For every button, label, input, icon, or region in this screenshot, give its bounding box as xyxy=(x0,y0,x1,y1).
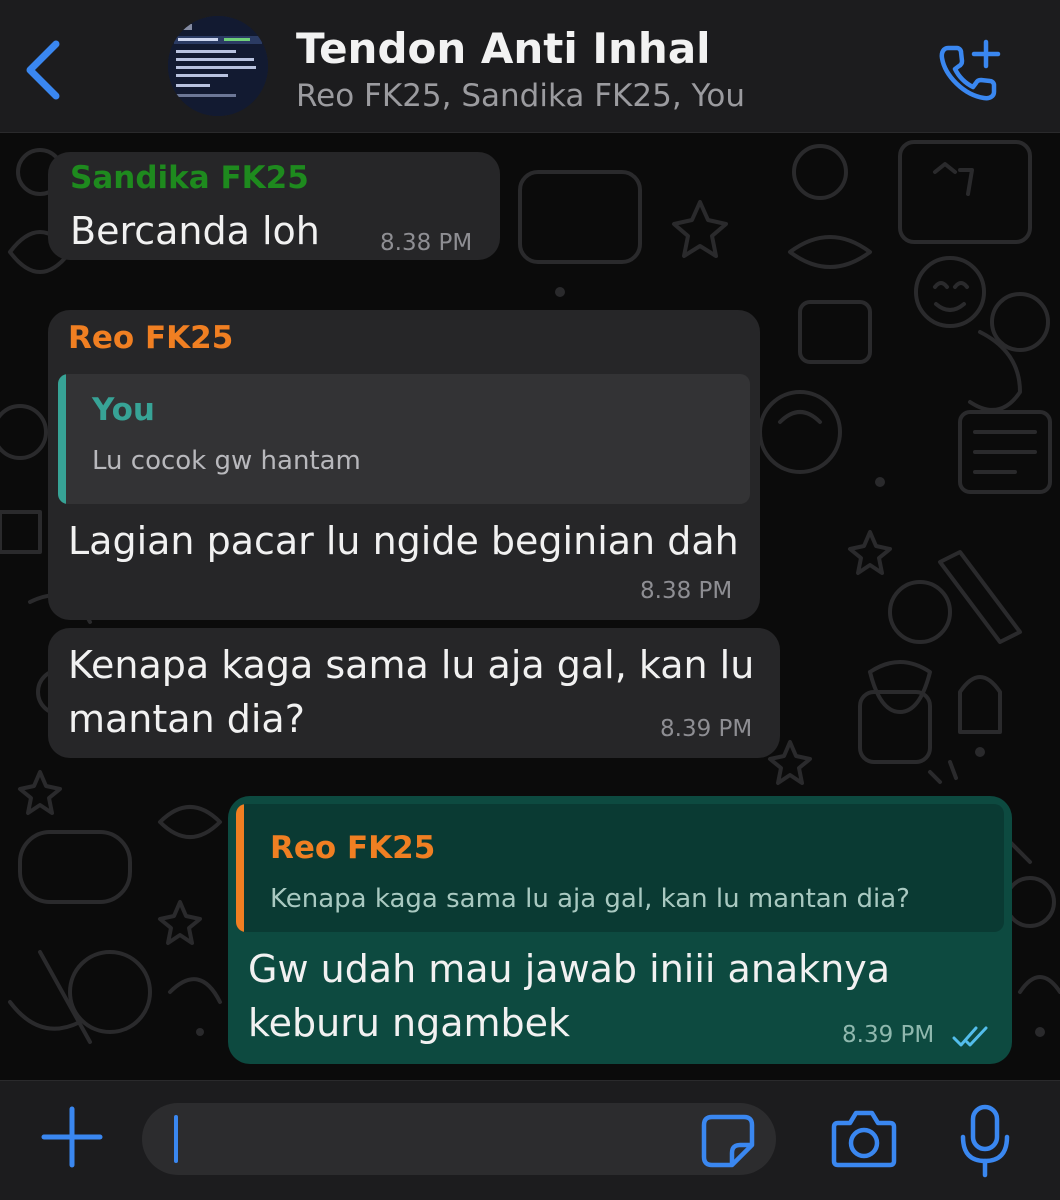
composer-bar xyxy=(0,1080,1060,1200)
quote-bar xyxy=(236,804,244,932)
message-text-line: Gw udah mau jawab iniii anaknya xyxy=(248,947,891,991)
message-bubble-outgoing[interactable]: Reo FK25 Kenapa kaga sama lu aja gal, ka… xyxy=(228,796,1012,1064)
message-input[interactable] xyxy=(142,1103,776,1175)
chat-title[interactable]: Tendon Anti Inhal xyxy=(296,24,711,73)
group-avatar[interactable] xyxy=(168,16,268,116)
quoted-sender: Reo FK25 xyxy=(270,830,436,866)
back-button[interactable] xyxy=(18,38,74,102)
message-list[interactable]: Sandika FK25 Bercanda loh 8.38 PM Reo FK… xyxy=(0,132,1060,1080)
microphone-icon xyxy=(960,1104,1010,1178)
double-check-read-icon xyxy=(952,1026,988,1047)
message-time: 8.39 PM xyxy=(660,716,753,742)
message-time: 8.38 PM xyxy=(640,578,733,604)
quoted-text: Lu cocok gw hantam xyxy=(92,446,361,476)
message-sender: Reo FK25 xyxy=(68,320,234,356)
quoted-text: Kenapa kaga sama lu aja gal, kan lu mant… xyxy=(270,884,910,914)
sticker-button[interactable] xyxy=(700,1113,756,1169)
message-text-line: mantan dia? xyxy=(68,697,305,741)
message-bubble-incoming[interactable]: Kenapa kaga sama lu aja gal, kan lu mant… xyxy=(48,628,780,758)
message-sender: Sandika FK25 xyxy=(70,160,309,196)
quoted-sender: You xyxy=(92,392,155,428)
chat-header: Tendon Anti Inhal Reo FK25, Sandika FK25… xyxy=(0,0,1060,133)
quoted-message[interactable]: You Lu cocok gw hantam xyxy=(58,374,750,504)
add-call-icon xyxy=(939,39,1001,101)
sticker-icon xyxy=(701,1114,755,1168)
quote-bar xyxy=(58,374,66,504)
group-avatar-image xyxy=(168,16,268,116)
camera-icon xyxy=(831,1110,897,1168)
add-call-button[interactable] xyxy=(934,36,1006,108)
message-bubble-incoming[interactable]: Reo FK25 You Lu cocok gw hantam Lagian p… xyxy=(48,310,760,620)
chevron-left-icon xyxy=(26,40,60,100)
message-text-line: keburu ngambek xyxy=(248,1001,571,1045)
message-text-line: Kenapa kaga sama lu aja gal, kan lu xyxy=(68,643,755,687)
chat-screen: Tendon Anti Inhal Reo FK25, Sandika FK25… xyxy=(0,0,1060,1200)
message-bubble-incoming[interactable]: Sandika FK25 Bercanda loh 8.38 PM xyxy=(48,152,500,260)
plus-icon xyxy=(41,1106,103,1168)
microphone-button[interactable] xyxy=(956,1103,1014,1179)
message-text: Bercanda loh xyxy=(70,209,320,253)
attach-button[interactable] xyxy=(36,1101,108,1173)
text-cursor xyxy=(174,1115,178,1163)
message-time: 8.39 PM xyxy=(842,1022,935,1048)
camera-button[interactable] xyxy=(830,1107,898,1169)
message-text: Lagian pacar lu ngide beginian dah xyxy=(68,519,739,563)
quoted-message[interactable]: Reo FK25 Kenapa kaga sama lu aja gal, ka… xyxy=(236,804,1004,932)
message-time: 8.38 PM xyxy=(380,230,473,256)
chat-participants: Reo FK25, Sandika FK25, You xyxy=(296,78,745,114)
